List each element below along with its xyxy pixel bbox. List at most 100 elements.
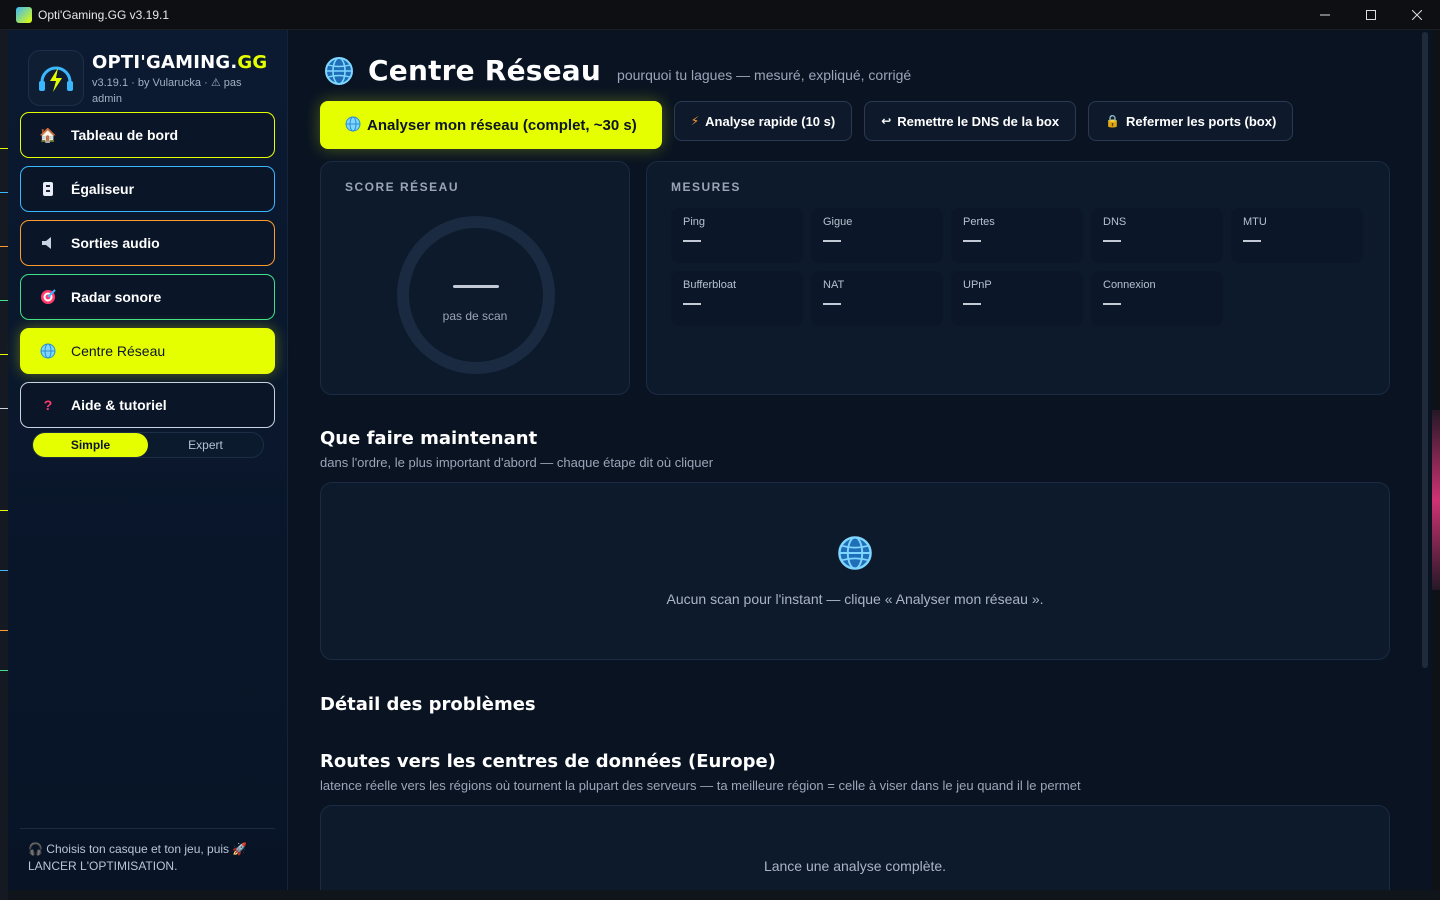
todo-subtitle: dans l'ordre, le plus important d'abord … [320, 455, 714, 470]
measure-label: Bufferbloat [683, 279, 737, 291]
routes-title: Routes vers les centres de données (Euro… [320, 751, 776, 772]
brand-name: OPTI'GAMING.GG [92, 52, 268, 73]
app-window: OPTI'GAMING.GG v3.19.1 · by Vularucka · … [8, 30, 1432, 891]
score-value-placeholder [453, 285, 499, 288]
page-subtitle: pourquoi tu lagues — mesuré, expliqué, c… [617, 67, 912, 83]
lightning-headset-icon [39, 66, 73, 92]
measures-card: MESURES Ping Gigue Pertes DNS MTU Buffer… [646, 161, 1390, 395]
measure-value-placeholder [823, 240, 841, 242]
stats-cards: SCORE RÉSEAU pas de scan MESURES Ping Gi… [320, 161, 1432, 395]
close-ports-label: Refermer les ports (box) [1126, 113, 1277, 129]
sidebar-item-radar-sonore[interactable]: Radar sonore [20, 274, 275, 320]
question-icon: ? [43, 397, 53, 413]
minimize-button[interactable] [1302, 0, 1348, 30]
measure-label: UPnP [963, 279, 992, 291]
measure-bufferbloat: Bufferbloat [671, 271, 803, 326]
routes-section: Routes vers les centres de données (Euro… [320, 751, 1432, 891]
routes-empty-text: Lance une analyse complète. [763, 858, 947, 874]
scrollbar[interactable] [1422, 32, 1428, 668]
measure-pertes: Pertes [951, 208, 1083, 263]
globe-icon [838, 536, 872, 570]
sidebar-item-label: Centre Réseau [71, 343, 166, 359]
app-icon [16, 6, 32, 23]
measure-gigue: Gigue [811, 208, 943, 263]
measure-label: Gigue [823, 216, 853, 228]
logo [28, 50, 84, 106]
background-window-edge-left [0, 30, 8, 900]
full-scan-button[interactable]: Analyser mon réseau (complet, ~30 s) [320, 101, 662, 149]
measure-value-placeholder [1243, 240, 1261, 242]
close-button[interactable] [1394, 0, 1440, 30]
close-icon [1412, 10, 1422, 20]
measures-title: MESURES [671, 180, 741, 194]
full-scan-label: Analyser mon réseau (complet, ~30 s) [367, 116, 637, 134]
sidebar-item-label: Sorties audio [71, 235, 160, 251]
measure-value-placeholder [683, 303, 701, 305]
house-icon: 🏠 [39, 126, 57, 143]
sidebar-item-centre-reseau[interactable]: Centre Réseau [20, 328, 275, 374]
measure-connexion: Connexion [1091, 271, 1223, 326]
return-arrow-icon: ↩ [881, 114, 892, 128]
quick-scan-button[interactable]: ⚡ Analyse rapide (10 s) [673, 101, 853, 141]
sidebar-item-egaliseur[interactable]: Égaliseur [20, 166, 275, 212]
window-controls [1302, 0, 1440, 30]
mode-expert-button[interactable]: Expert [148, 433, 263, 457]
measure-label: Ping [683, 216, 706, 228]
reset-dns-label: Remettre le DNS de la box [897, 113, 1060, 129]
brand-subtitle: v3.19.1 · by Vularucka · ⚠ pas admin [92, 77, 242, 105]
sidebar-item-aide-tutoriel[interactable]: ? Aide & tutoriel [20, 382, 275, 428]
measure-value-placeholder [963, 240, 981, 242]
measure-label: Connexion [1103, 279, 1156, 291]
background-window-edge-right [1432, 30, 1440, 900]
mode-simple-button[interactable]: Simple [33, 433, 148, 457]
page-title: Centre Réseau [368, 54, 602, 87]
measures-grid: Ping Gigue Pertes DNS MTU Bufferbloat NA… [671, 208, 1363, 326]
brand: OPTI'GAMING.GG v3.19.1 · by Vularucka · … [8, 30, 287, 107]
score-ring [397, 216, 555, 374]
measure-label: NAT [823, 279, 845, 291]
todo-title: Que faire maintenant [320, 428, 538, 449]
sidebar: OPTI'GAMING.GG v3.19.1 · by Vularucka · … [8, 30, 288, 891]
measure-value-placeholder [683, 240, 701, 242]
measure-label: DNS [1103, 216, 1127, 228]
equalizer-icon [39, 180, 57, 198]
measure-dns: DNS [1091, 208, 1223, 263]
lightning-icon: ⚡ [690, 114, 700, 128]
background-bottom-edge [8, 890, 1440, 900]
sidebar-nav: 🏠 Tableau de bord Égaliseur Sorties audi… [8, 112, 287, 428]
todo-section: Que faire maintenant dans l'ordre, le pl… [320, 428, 1432, 660]
main-content: Centre Réseau pourquoi tu lagues — mesur… [288, 30, 1432, 891]
score-title: SCORE RÉSEAU [345, 180, 460, 194]
todo-empty-text: Aucun scan pour l'instant — clique « Ana… [666, 591, 1044, 607]
measure-value-placeholder [1103, 240, 1121, 242]
measure-mtu: MTU [1231, 208, 1363, 263]
measure-upnp: UPnP [951, 271, 1083, 326]
measure-value-placeholder [1103, 303, 1121, 305]
sidebar-footer-hint: 🎧 Choisis ton casque et ton jeu, puis 🚀 … [20, 828, 275, 875]
reset-dns-button[interactable]: ↩ Remettre le DNS de la box [864, 101, 1077, 141]
problems-title: Détail des problèmes [320, 694, 536, 715]
maximize-button[interactable] [1348, 0, 1394, 30]
problems-section: Détail des problèmes [320, 694, 1432, 715]
minimize-icon [1320, 14, 1330, 16]
sidebar-item-label: Tableau de bord [71, 127, 179, 143]
measure-value-placeholder [823, 303, 841, 305]
window-title: Opti'Gaming.GG v3.19.1 [38, 7, 170, 22]
measure-label: MTU [1243, 216, 1267, 228]
mode-toggle: Simple Expert [32, 432, 264, 458]
action-bar: Analyser mon réseau (complet, ~30 s) ⚡ A… [320, 101, 1432, 149]
measure-label: Pertes [963, 216, 995, 228]
lock-icon: 🔒 [1105, 114, 1121, 128]
title-bar[interactable]: Opti'Gaming.GG v3.19.1 [0, 0, 1440, 30]
close-ports-button[interactable]: 🔒 Refermer les ports (box) [1088, 101, 1294, 141]
maximize-icon [1366, 10, 1376, 20]
measure-value-placeholder [963, 303, 981, 305]
speaker-icon [39, 234, 57, 252]
sidebar-item-sorties-audio[interactable]: Sorties audio [20, 220, 275, 266]
sidebar-item-label: Aide & tutoriel [71, 397, 167, 413]
sidebar-item-tableau-de-bord[interactable]: 🏠 Tableau de bord [20, 112, 275, 158]
todo-empty-card: Aucun scan pour l'instant — clique « Ana… [320, 482, 1390, 660]
globe-icon [39, 342, 57, 360]
network-score-card: SCORE RÉSEAU pas de scan [320, 161, 630, 395]
sidebar-item-label: Égaliseur [71, 181, 135, 197]
